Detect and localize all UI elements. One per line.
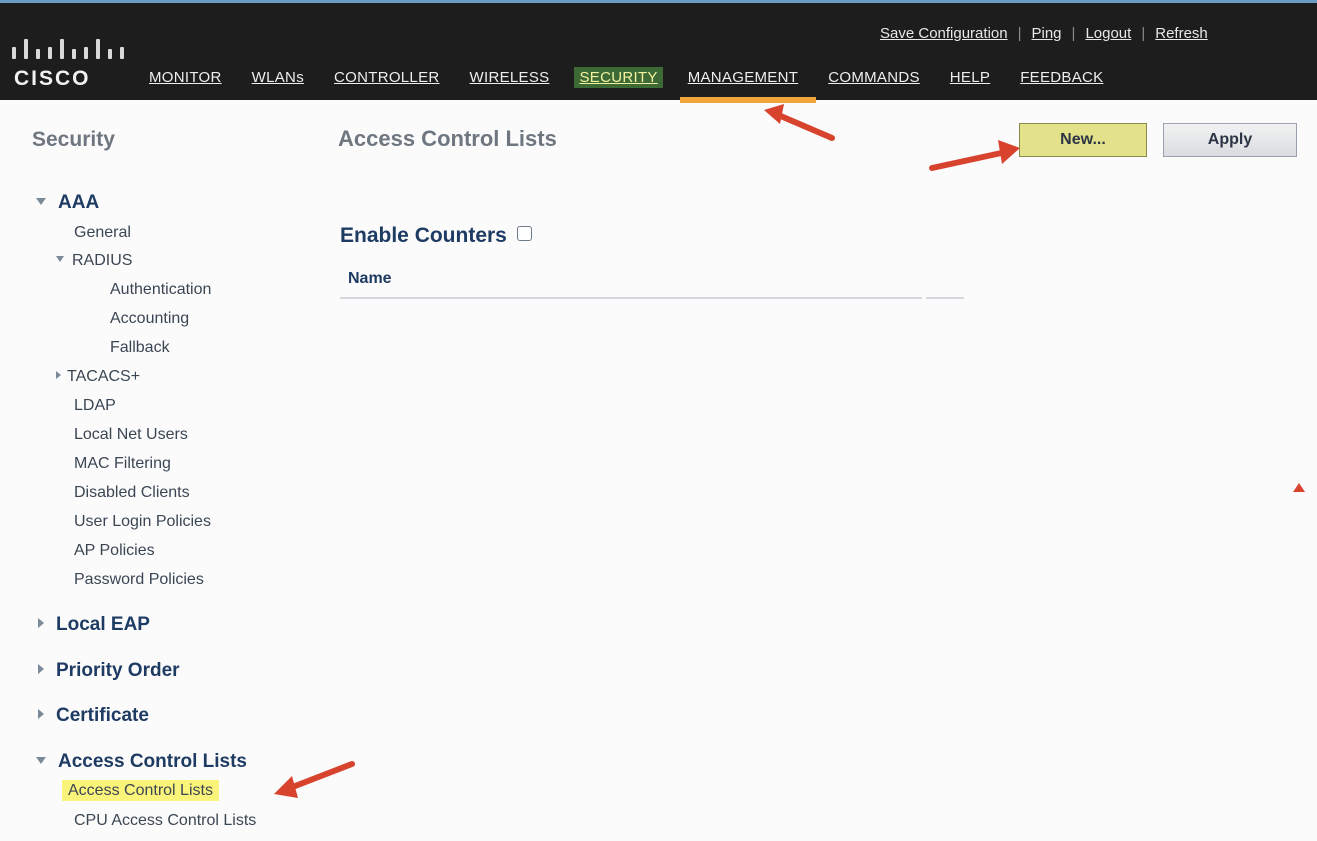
- nav-wlans[interactable]: WLANs: [247, 67, 309, 88]
- sidebar-section-label: Local EAP: [56, 614, 150, 635]
- sidebar-item-label: TACACS+: [67, 368, 141, 385]
- enable-counters-row: Enable Counters: [340, 224, 532, 248]
- table-header-divider: [926, 297, 964, 299]
- annotation-arrow-new: [929, 140, 1020, 171]
- nav-controller[interactable]: CONTROLLER: [329, 67, 445, 88]
- sidebar-title: Security: [32, 128, 115, 151]
- sidebar-item-disabled-clients[interactable]: Disabled Clients: [74, 484, 190, 502]
- chevron-right-icon: [38, 618, 44, 628]
- sidebar-item-label: Access Control Lists: [62, 780, 219, 801]
- separator: |: [1017, 25, 1022, 42]
- nav-wireless[interactable]: WIRELESS: [465, 67, 555, 88]
- sidebar-item-user-login-policies[interactable]: User Login Policies: [74, 513, 211, 531]
- sidebar-section-priority-order[interactable]: Priority Order: [38, 660, 180, 682]
- sidebar-item-password-policies[interactable]: Password Policies: [74, 571, 204, 589]
- save-configuration-link[interactable]: Save Configuration: [880, 25, 1008, 42]
- chevron-right-icon: [38, 664, 44, 674]
- sidebar-item-authentication[interactable]: Authentication: [110, 281, 211, 299]
- nav-help[interactable]: HELP: [945, 67, 995, 88]
- ping-link[interactable]: Ping: [1032, 25, 1062, 42]
- main-nav: MONITOR WLANs CONTROLLER WIRELESS SECURITY MA…: [144, 67, 1128, 95]
- cisco-logo-icon: [12, 29, 132, 59]
- cisco-wordmark: CISCO: [14, 67, 91, 90]
- sidebar-item-access-control-lists[interactable]: Access Control Lists: [62, 780, 219, 801]
- sidebar-item-radius[interactable]: RADIUS: [56, 252, 132, 270]
- sidebar-item-label: RADIUS: [72, 252, 133, 269]
- sidebar-section-access-control-lists[interactable]: Access Control Lists: [36, 751, 247, 773]
- sidebar-item-fallback[interactable]: Fallback: [110, 339, 170, 357]
- top-header: CISCO Save Configuration | Ping | Logout | Ref…: [0, 0, 1317, 103]
- sidebar-item-cpu-access-control-lists[interactable]: CPU Access Control Lists: [74, 812, 256, 830]
- chevron-right-icon: [56, 371, 61, 379]
- sidebar-item-ldap[interactable]: LDAP: [74, 397, 116, 415]
- apply-button[interactable]: Apply: [1163, 123, 1297, 157]
- nav-monitor[interactable]: MONITOR: [144, 67, 227, 88]
- enable-counters-label: Enable Counters: [340, 224, 507, 247]
- sidebar-item-accounting[interactable]: Accounting: [110, 310, 189, 328]
- new-button[interactable]: New...: [1019, 123, 1147, 157]
- sidebar-item-general[interactable]: General: [74, 224, 131, 242]
- refresh-link[interactable]: Refresh: [1155, 25, 1208, 42]
- sidebar-item-mac-filtering[interactable]: MAC Filtering: [74, 455, 171, 473]
- separator: |: [1071, 25, 1076, 42]
- page-title: Access Control Lists: [338, 126, 557, 151]
- column-header-name: Name: [348, 270, 392, 287]
- nav-commands[interactable]: COMMANDS: [823, 67, 925, 88]
- annotation-arrow-security: [764, 104, 835, 141]
- sidebar-section-label: Access Control Lists: [58, 751, 247, 772]
- nav-security[interactable]: SECURITY: [574, 67, 663, 88]
- utility-links: Save Configuration | Ping | Logout | Refresh: [880, 25, 1208, 42]
- annotation-mark: [1293, 483, 1305, 492]
- enable-counters-checkbox[interactable]: [516, 226, 532, 241]
- sidebar-item-tacacs[interactable]: TACACS+: [56, 368, 140, 386]
- chevron-right-icon: [38, 709, 44, 719]
- sidebar-section-certificate[interactable]: Certificate: [38, 705, 149, 727]
- sidebar-section-label: Priority Order: [56, 660, 180, 681]
- sidebar-section-aaa[interactable]: AAA: [36, 192, 99, 214]
- separator: |: [1141, 25, 1146, 42]
- sidebar-item-local-net-users[interactable]: Local Net Users: [74, 426, 188, 444]
- nav-feedback[interactable]: FEEDBACK: [1015, 67, 1108, 88]
- active-tab-underline: [680, 97, 816, 103]
- sidebar-section-label: Certificate: [56, 705, 149, 726]
- chevron-down-icon: [36, 757, 46, 764]
- sidebar: Security AAA General RADIUS Authenticati…: [0, 100, 318, 841]
- nav-management[interactable]: MANAGEMENT: [683, 67, 804, 88]
- chevron-down-icon: [36, 198, 46, 205]
- logout-link[interactable]: Logout: [1085, 25, 1131, 42]
- sidebar-section-label: AAA: [58, 192, 100, 213]
- sidebar-section-local-eap[interactable]: Local EAP: [38, 614, 150, 636]
- sidebar-item-ap-policies[interactable]: AP Policies: [74, 542, 155, 560]
- chevron-down-icon: [56, 256, 64, 262]
- table-header-divider: [340, 297, 922, 299]
